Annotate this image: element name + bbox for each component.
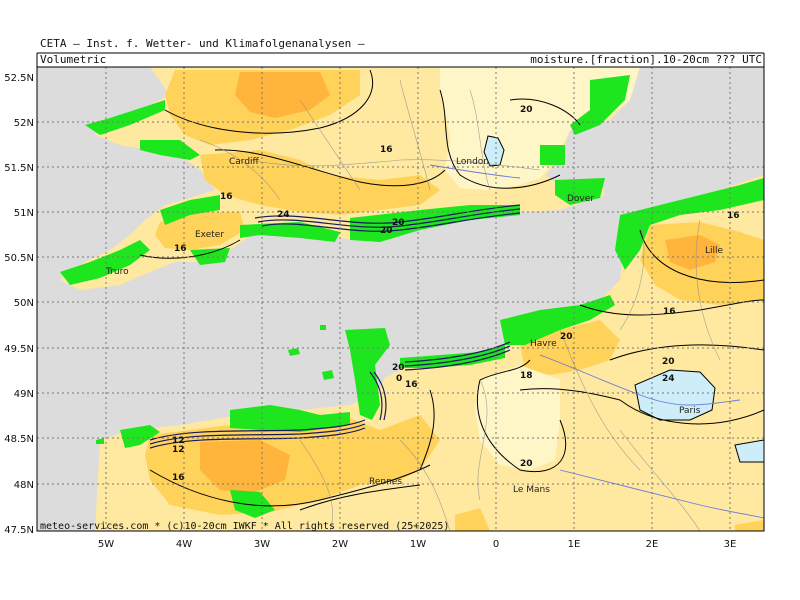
lat-label: 52N [14, 118, 34, 129]
lat-label: 50.5N [4, 253, 34, 264]
contour-label: 20 [520, 105, 533, 115]
contour-label: 20 [520, 459, 533, 469]
city-label: Le Mans [513, 485, 550, 495]
lat-label: 51N [14, 208, 34, 219]
city-label: Lille [705, 246, 724, 256]
contour-label: 16 [174, 244, 187, 254]
lon-label: 4W [176, 539, 192, 550]
city-label: Havre [530, 339, 557, 349]
lon-axis: 5W 4W 3W 2W 1W 0 1E 2E 3E [98, 539, 736, 550]
lat-label: 48.5N [4, 434, 34, 445]
city-label: Exeter [195, 230, 224, 240]
lat-axis: 52.5N 52N 51.5N 51N 50.5N 50N 49.5N 49N … [4, 73, 34, 536]
contour-label: 16 [220, 192, 233, 202]
city-label: Truro [105, 267, 129, 277]
contour-label: 16 [380, 145, 393, 155]
contour-label: 24 [277, 210, 290, 220]
channel-island [320, 325, 326, 330]
lon-label: 3W [254, 539, 270, 550]
lat-label: 49.5N [4, 344, 34, 355]
lon-label: 2E [646, 539, 659, 550]
city-label: Cardiff [229, 157, 260, 167]
contour-label: 16 [172, 473, 185, 483]
contour-label: 20 [392, 218, 405, 228]
contour-label: 20 [380, 226, 393, 236]
lat-label: 52.5N [4, 73, 34, 84]
contour-label: 24 [662, 374, 675, 384]
footer-credit: meteo-services.com * (c)10-20cm IWKF * A… [40, 521, 449, 532]
contour-label: 20 [662, 357, 675, 367]
lon-label: 1E [568, 539, 581, 550]
lat-label: 47.5N [4, 525, 34, 536]
city-label: Dover [567, 194, 594, 204]
contour-label: 20 [392, 363, 405, 373]
city-label: Paris [679, 406, 701, 416]
contour-label: 0 [396, 374, 402, 384]
contour-label: 16 [405, 380, 418, 390]
city-label: London [456, 157, 489, 167]
city-label: Rennes [369, 477, 402, 487]
contour-label: 16 [663, 307, 676, 317]
lat-label: 50N [14, 298, 34, 309]
contour-label: 18 [520, 371, 533, 381]
lon-label: 0 [493, 539, 499, 550]
contour-label: 16 [727, 211, 740, 221]
lat-label: 48N [14, 480, 34, 491]
lat-label: 51.5N [4, 163, 34, 174]
contour-label: 12 [172, 445, 185, 455]
contour-label: 20 [560, 332, 573, 342]
lon-label: 5W [98, 539, 114, 550]
lat-label: 49N [14, 389, 34, 400]
lon-label: 2W [332, 539, 348, 550]
map-frame: 52.5N 52N 51.5N 51N 50.5N 50N 49.5N 49N … [4, 52, 765, 550]
lon-label: 3E [724, 539, 737, 550]
lon-label: 1W [410, 539, 426, 550]
